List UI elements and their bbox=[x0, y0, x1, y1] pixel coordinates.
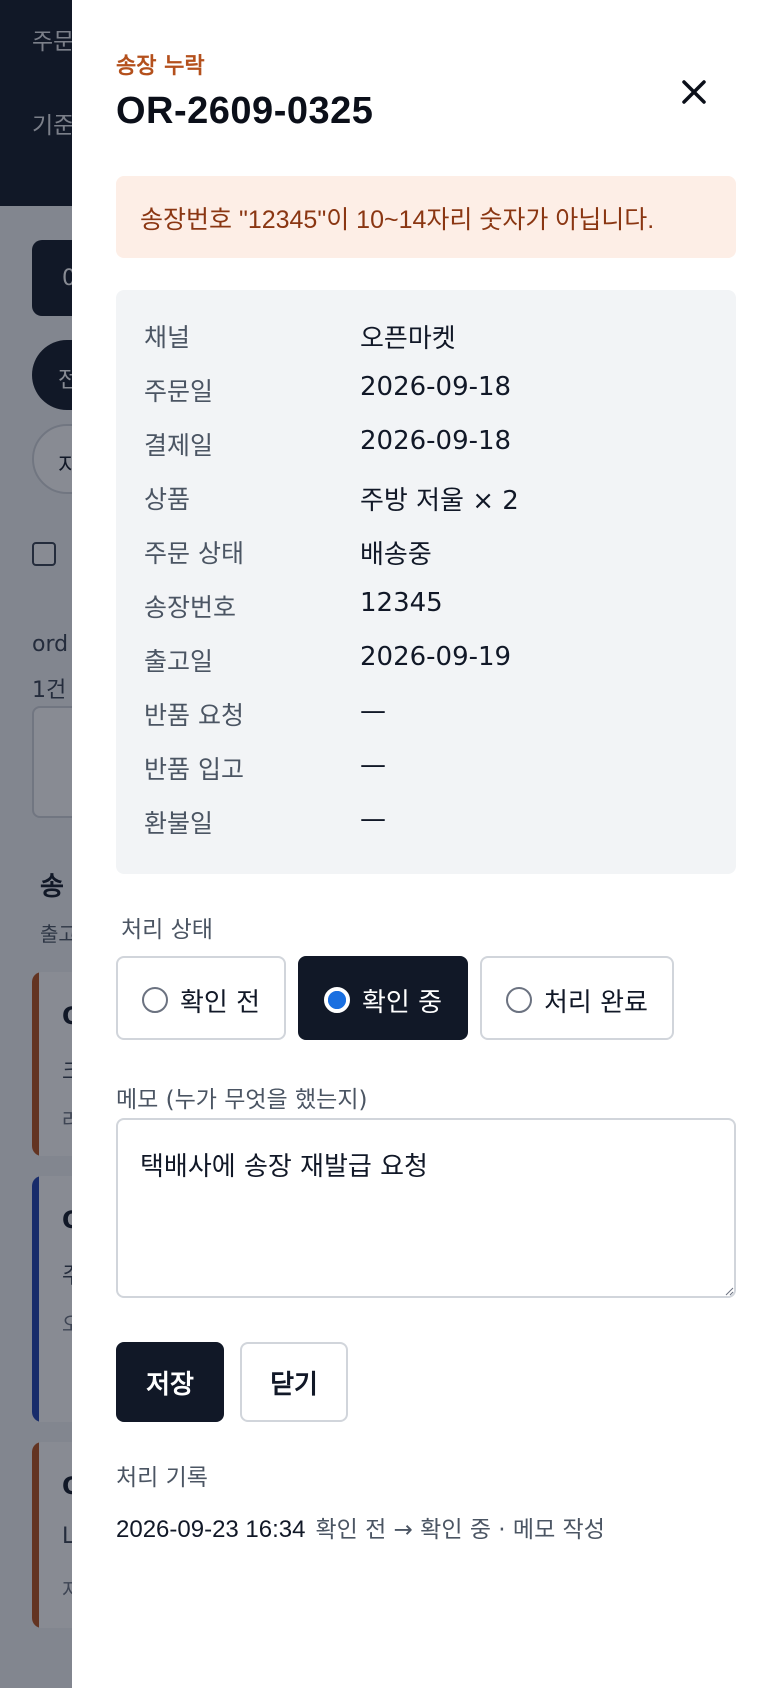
status-option-unchecked[interactable]: 확인 전 bbox=[116, 956, 286, 1040]
info-value: — bbox=[360, 750, 386, 780]
save-button[interactable]: 저장 bbox=[116, 1342, 224, 1422]
info-value: 2026-09-18 bbox=[360, 426, 512, 456]
radio-circle-icon bbox=[142, 987, 168, 1013]
status-section-label: 처리 상태 bbox=[121, 917, 213, 943]
history-description: 확인 전 → 확인 중 · 메모 작성 bbox=[315, 1517, 605, 1543]
info-value: 오픈마켓 bbox=[360, 324, 456, 354]
order-info-panel: 채널 오픈마켓 주문일 2026-09-18 결제일 2026-09-18 상품… bbox=[116, 290, 736, 874]
close-drawer-button[interactable] bbox=[668, 66, 720, 118]
memo-textarea[interactable]: 택배사에 송장 재발급 요청 bbox=[116, 1118, 736, 1298]
info-label: 반품 입고 bbox=[144, 755, 244, 784]
status-option-completed[interactable]: 처리 완료 bbox=[480, 956, 674, 1040]
info-value: 주방 저울 × 2 bbox=[360, 486, 519, 516]
radio-selected-icon bbox=[324, 987, 350, 1013]
history-time: 2026-09-23 16:34 bbox=[116, 1516, 306, 1543]
order-detail-drawer: 송장 누락 OR-2609-0325 송장번호 "12345"이 10~14자리… bbox=[72, 0, 780, 1688]
info-label: 주문 상태 bbox=[144, 539, 244, 568]
info-label: 출고일 bbox=[144, 647, 214, 676]
order-id-title: OR-2609-0325 bbox=[116, 90, 374, 132]
close-button[interactable]: 닫기 bbox=[240, 1342, 348, 1422]
radio-circle-icon bbox=[506, 987, 532, 1013]
info-row-return-received: 반품 입고 — bbox=[144, 750, 724, 790]
info-label: 상품 bbox=[144, 485, 191, 514]
info-label: 주문일 bbox=[144, 377, 214, 406]
memo-label: 메모 (누가 무엇을 했는지) bbox=[116, 1087, 368, 1113]
resize-grip-icon[interactable] bbox=[724, 1286, 734, 1296]
info-row-payment-date: 결제일 2026-09-18 bbox=[144, 426, 724, 466]
status-option-label: 확인 중 bbox=[362, 988, 443, 1018]
info-label: 송장번호 bbox=[144, 593, 237, 622]
history-entry: 2026-09-23 16:34 확인 전 → 확인 중 · 메모 작성 bbox=[116, 1510, 605, 1544]
info-label: 결제일 bbox=[144, 431, 214, 460]
issue-type-label: 송장 누락 bbox=[116, 54, 205, 79]
info-row-ship-date: 출고일 2026-09-19 bbox=[144, 642, 724, 682]
info-row-order-date: 주문일 2026-09-18 bbox=[144, 372, 724, 412]
status-option-label: 확인 전 bbox=[180, 988, 261, 1018]
close-icon bbox=[682, 80, 706, 104]
info-row-refund-date: 환불일 — bbox=[144, 804, 724, 844]
history-label: 처리 기록 bbox=[116, 1465, 208, 1491]
info-row-product: 상품 주방 저울 × 2 bbox=[144, 480, 724, 520]
info-label: 채널 bbox=[144, 323, 191, 352]
status-option-in-progress[interactable]: 확인 중 bbox=[298, 956, 468, 1040]
status-option-label: 처리 완료 bbox=[544, 988, 648, 1018]
info-value: — bbox=[360, 696, 386, 726]
validation-alert: 송장번호 "12345"이 10~14자리 숫자가 아닙니다. bbox=[116, 176, 736, 258]
info-value: 12345 bbox=[360, 588, 443, 618]
info-value: 2026-09-19 bbox=[360, 642, 512, 672]
info-label: 환불일 bbox=[144, 809, 214, 838]
info-value: 2026-09-18 bbox=[360, 372, 512, 402]
info-row-return-request: 반품 요청 — bbox=[144, 696, 724, 736]
info-row-tracking-number: 송장번호 12345 bbox=[144, 588, 724, 628]
info-row-channel: 채널 오픈마켓 bbox=[144, 318, 724, 358]
info-label: 반품 요청 bbox=[144, 701, 244, 730]
info-row-order-status: 주문 상태 배송중 bbox=[144, 534, 724, 574]
info-value: — bbox=[360, 804, 386, 834]
info-value: 배송중 bbox=[360, 540, 432, 570]
